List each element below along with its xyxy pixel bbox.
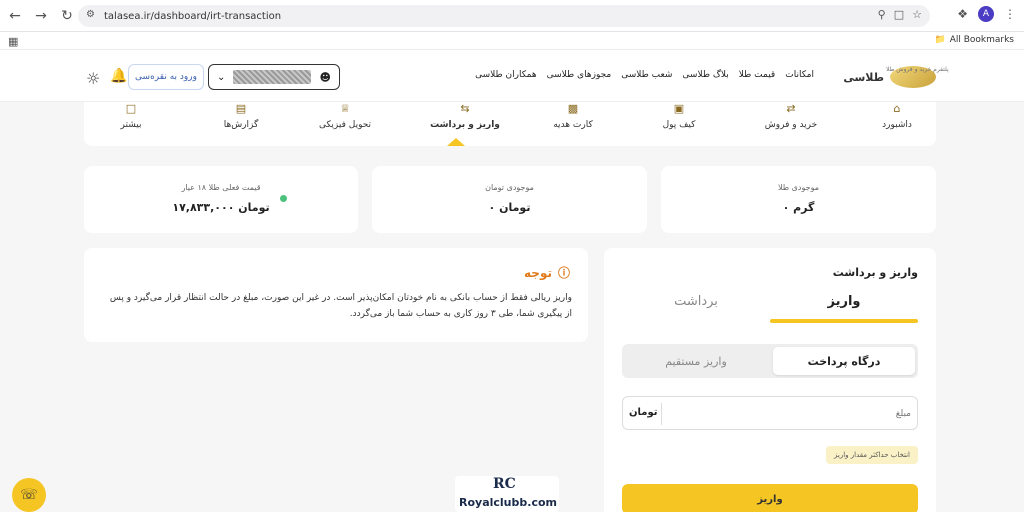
bookmark-star-icon[interactable]: ☆: [912, 8, 922, 21]
user-icon: ☻: [319, 70, 331, 84]
deposit-method-switch: درگاه پرداخت واریز مستقیم: [622, 344, 918, 378]
browser-toolbar: ← → ↻ ⚙ talasea.ir/dashboard/irt-transac…: [0, 0, 1024, 32]
amount-divider: [661, 403, 662, 425]
amount-input[interactable]: [665, 403, 911, 425]
url-text: talasea.ir/dashboard/irt-transaction: [104, 10, 282, 22]
tab-label: خرید و فروش: [764, 120, 818, 130]
all-bookmarks-label: All Bookmarks: [949, 35, 1014, 45]
tab-label: تحویل فیزیکی: [318, 120, 372, 130]
nav-blog[interactable]: بلاگ طلاسی: [682, 70, 728, 80]
active-tab-indicator: [447, 138, 465, 146]
tab-label: داشبورد: [882, 120, 912, 130]
gift-card-icon: ▩: [567, 102, 579, 115]
site-logo[interactable]: طلاسی پلتفرم خرید و فروش طلا: [843, 66, 949, 88]
login-silver-button[interactable]: ورود به نقره‌سی: [128, 64, 204, 90]
tab-deposit[interactable]: واریز: [770, 294, 918, 309]
chevron-down-icon: ⌄: [217, 71, 226, 83]
gold-price-card: قیمت فعلی طلا ۱۸ عیار ۱۷,۸۳۳,۰۰۰ تومان: [84, 166, 358, 233]
watermark-mark: RC: [493, 476, 516, 492]
notice-card: ⓘ توجه واریز ریالی فقط از حساب بانکی به …: [84, 248, 588, 342]
support-headset-icon[interactable]: ☏: [12, 478, 46, 512]
wallet-icon: ▣: [673, 102, 685, 115]
zoom-icon[interactable]: ⚲: [878, 8, 886, 21]
home-icon: ⌂: [893, 102, 901, 115]
toman-balance-card: موجودی تومان ۰ تومان: [372, 166, 647, 233]
panel-title: واریز و برداشت: [832, 266, 918, 279]
tab-withdraw[interactable]: برداشت: [622, 294, 770, 309]
transaction-tabs: واریز برداشت: [604, 294, 936, 324]
direct-deposit-option[interactable]: واریز مستقیم: [625, 347, 767, 375]
gateway-option[interactable]: درگاه پرداخت: [773, 347, 915, 375]
gold-balance-value: ۰ گرم: [782, 201, 815, 214]
deposit-tab-underline: [770, 319, 918, 323]
notice-heading: ⓘ توجه: [524, 264, 570, 281]
bookmarks-bar: ▦ 📁 All Bookmarks: [0, 32, 1024, 50]
tab-more[interactable]: □ بیشتر: [86, 102, 176, 130]
nav-partners[interactable]: همکاران طلاسی: [475, 70, 537, 80]
tab-buy-sell[interactable]: ⇄ خرید و فروش: [746, 102, 836, 130]
amount-unit: تومان: [629, 407, 658, 418]
logo-tagline: پلتفرم خرید و فروش طلا: [886, 66, 949, 73]
tab-label: کارت هدیه: [553, 120, 593, 130]
gold-price-label: قیمت فعلی طلا ۱۸ عیار: [181, 183, 261, 192]
transaction-panel: واریز و برداشت واریز برداشت درگاه پرداخت…: [604, 248, 936, 512]
tab-dashboard[interactable]: ⌂ داشبورد: [852, 102, 942, 130]
gold-price-value: ۱۷,۸۳۳,۰۰۰ تومان: [172, 201, 270, 214]
notice-text: واریز ریالی فقط از حساب بانکی به نام خود…: [109, 293, 572, 319]
tab-deposit-withdraw[interactable]: ⇆ واریز و برداشت: [420, 102, 510, 130]
gold-balance-label: موجودی طلا: [777, 183, 819, 192]
notice-title: توجه: [524, 265, 552, 280]
dashboard-tabs: ⌂ داشبورد ⇄ خرید و فروش ▣ کیف پول ▩ کارت…: [84, 102, 936, 146]
nav-features[interactable]: امکانات: [785, 70, 814, 80]
folder-icon: 📁: [934, 35, 946, 45]
tab-label: بیشتر: [120, 120, 142, 130]
all-bookmarks-button[interactable]: 📁 All Bookmarks: [934, 35, 1014, 45]
bell-icon[interactable]: 🔔: [110, 68, 127, 84]
reload-icon[interactable]: ↻: [56, 5, 78, 27]
tab-reports[interactable]: ▤ گزارش‌ها: [196, 102, 286, 130]
nav-branches[interactable]: شعب طلاسی: [621, 70, 672, 80]
delivery-icon: ♕: [340, 102, 350, 115]
tab-wallet[interactable]: ▣ کیف پول: [634, 102, 724, 130]
tab-gift-card[interactable]: ▩ کارت هدیه: [528, 102, 618, 130]
toman-balance-value: ۰ تومان: [488, 201, 531, 214]
nav-licenses[interactable]: مجوزهای طلاسی: [547, 70, 612, 80]
tab-label: کیف پول: [662, 120, 696, 130]
amount-field: تومان: [622, 396, 918, 430]
tab-label: گزارش‌ها: [223, 120, 259, 130]
site-header: طلاسی پلتفرم خرید و فروش طلا امکانات قیم…: [0, 50, 1024, 102]
user-menu[interactable]: ⌄ ☻: [208, 64, 340, 90]
forward-icon[interactable]: →: [30, 5, 52, 27]
live-status-dot: [280, 195, 287, 202]
tab-physical-delivery[interactable]: ♕ تحویل فیزیکی: [300, 102, 390, 130]
apps-grid-icon[interactable]: ▦: [8, 35, 18, 48]
install-icon[interactable]: □: [894, 8, 904, 21]
menu-icon[interactable]: ⋮: [1004, 7, 1016, 21]
main-nav: امکانات قیمت طلا بلاگ طلاسی شعب طلاسی مج…: [475, 70, 814, 80]
nav-gold-price[interactable]: قیمت طلا: [739, 70, 775, 80]
gold-balance-card: موجودی طلا ۰ گرم: [661, 166, 936, 233]
warning-icon: ⓘ: [557, 266, 570, 280]
watermark-text: Royalclubb.com: [459, 496, 557, 509]
toman-balance-label: موجودی تومان: [485, 183, 534, 192]
profile-avatar[interactable]: A: [978, 6, 994, 22]
redacted-username: [233, 70, 312, 84]
report-icon: ▤: [235, 102, 247, 115]
deposit-submit-button[interactable]: واریز: [622, 484, 918, 512]
trade-icon: ⇄: [786, 102, 796, 115]
tab-label: واریز و برداشت: [430, 120, 500, 130]
transfer-icon: ⇆: [460, 102, 470, 115]
back-icon[interactable]: ←: [4, 5, 26, 27]
max-deposit-chip[interactable]: انتخاب حداکثر مقدار واریز: [826, 446, 918, 464]
more-icon: □: [125, 102, 137, 115]
address-bar[interactable]: ⚙ talasea.ir/dashboard/irt-transaction ⚲…: [78, 5, 930, 27]
watermark: RC Royalclubb.com: [455, 476, 559, 512]
extensions-icon[interactable]: ❖: [957, 7, 968, 21]
site-info-icon[interactable]: ⚙: [86, 9, 95, 20]
theme-toggle-icon[interactable]: ☼: [86, 69, 100, 88]
